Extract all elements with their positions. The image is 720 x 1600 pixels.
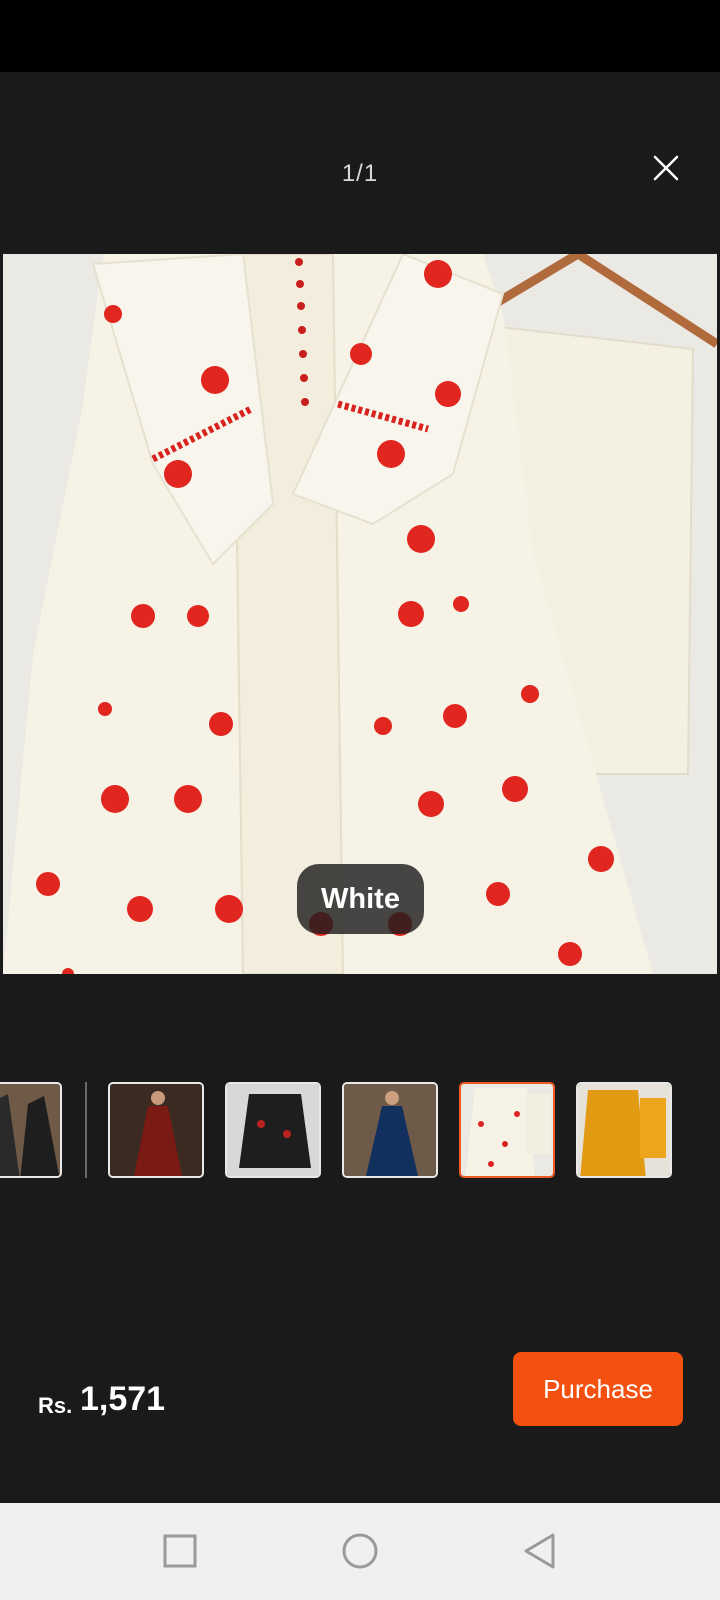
triangle-back-icon	[524, 1533, 555, 1569]
page-counter: 1/1	[341, 160, 379, 187]
status-bar	[0, 0, 720, 72]
thumbnail-divider	[85, 1082, 87, 1178]
thumbnail-image	[578, 1084, 670, 1176]
close-icon	[653, 155, 679, 181]
variant-label: White	[297, 864, 424, 934]
circle-icon	[342, 1533, 378, 1569]
thumbnail-black-2[interactable]	[225, 1082, 321, 1178]
thumbnail-image	[461, 1084, 553, 1176]
close-button[interactable]	[646, 148, 686, 188]
purchase-button[interactable]: Purchase	[513, 1352, 683, 1426]
thumbnail-image	[0, 1084, 60, 1176]
thumbnail-image	[110, 1084, 202, 1176]
recents-button[interactable]	[160, 1531, 200, 1571]
thumbnail-mustard[interactable]	[576, 1082, 672, 1178]
thumbnail-white[interactable]	[459, 1082, 555, 1178]
thumbnail-strip[interactable]	[0, 1082, 720, 1178]
thumbnail-black-1[interactable]	[0, 1082, 62, 1178]
thumbnail-image	[344, 1084, 436, 1176]
price-value: 1,571	[80, 1380, 166, 1418]
thumbnail-image	[227, 1084, 319, 1176]
thumbnail-maroon[interactable]	[108, 1082, 204, 1178]
square-icon	[163, 1534, 197, 1568]
thumbnail-blue[interactable]	[342, 1082, 438, 1178]
price-currency: Rs.	[38, 1393, 73, 1418]
home-button[interactable]	[340, 1531, 380, 1571]
back-button[interactable]	[520, 1531, 560, 1571]
